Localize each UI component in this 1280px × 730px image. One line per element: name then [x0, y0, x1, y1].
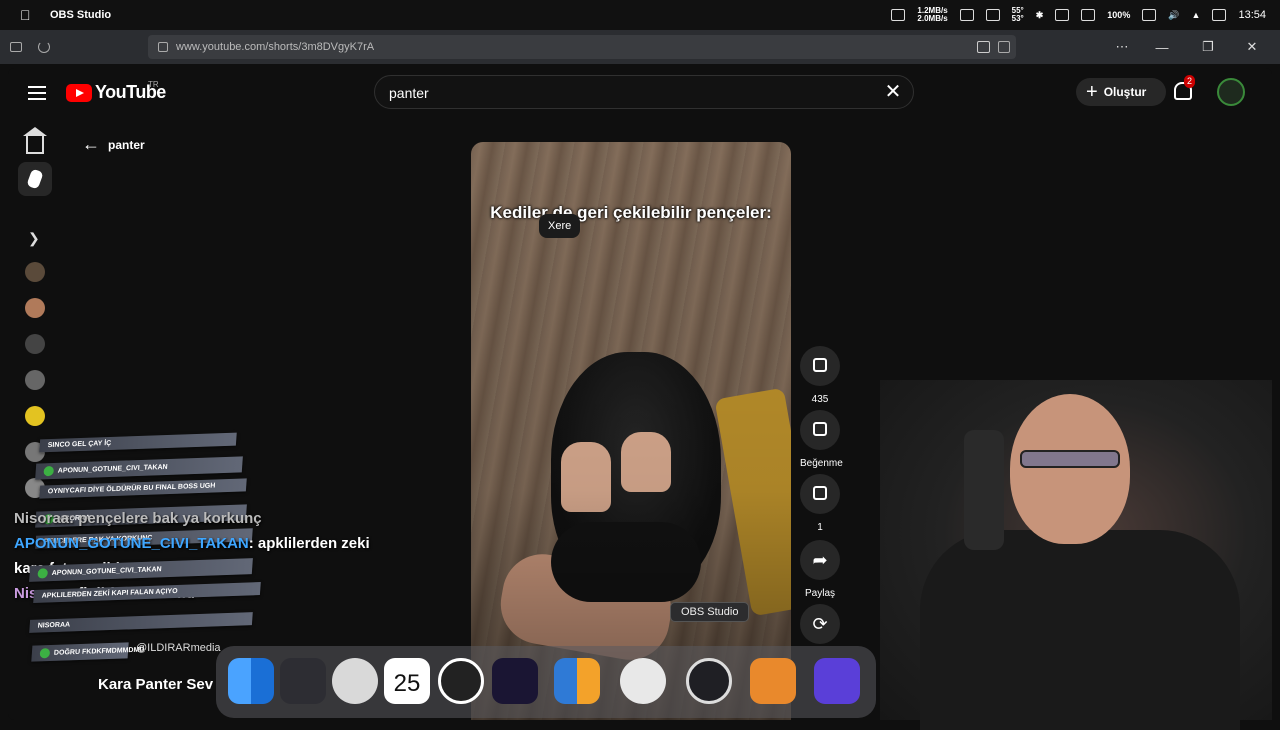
- obs-icon[interactable]: [686, 658, 732, 704]
- windows-app-icon[interactable]: [554, 658, 600, 704]
- steam-icon[interactable]: [620, 658, 666, 704]
- affinity-icon[interactable]: [492, 658, 538, 704]
- menu-icon[interactable]: [28, 86, 46, 100]
- reload-icon[interactable]: [38, 41, 50, 53]
- more-icon[interactable]: ⋯: [1102, 30, 1142, 64]
- airplay-icon[interactable]: [1055, 9, 1070, 21]
- back-to-search[interactable]: ← panter: [82, 134, 145, 155]
- country-code: TR: [148, 80, 159, 89]
- comment-count: 1: [817, 522, 823, 533]
- temperature: 55° 53°: [1011, 6, 1024, 23]
- channel-handle: @ILDIRARmedia: [136, 642, 221, 654]
- remix-icon[interactable]: ⟳: [800, 604, 840, 644]
- video-title: Kara Panter Sev: [98, 676, 214, 693]
- microphone: [964, 430, 1004, 550]
- status-s-icon[interactable]: [891, 9, 906, 21]
- dock: 25: [216, 646, 876, 718]
- wifi-icon[interactable]: ▲: [1192, 10, 1201, 20]
- address-bar[interactable]: www.youtube.com/shorts/3m8DVgyK7rA: [148, 35, 1016, 59]
- dock-tooltip: OBS Studio: [670, 602, 750, 622]
- notifications-icon[interactable]: 2: [1174, 75, 1196, 100]
- streamer-face: [1010, 394, 1130, 544]
- bluetooth-icon[interactable]: ✱: [1036, 10, 1044, 21]
- video-caption: Kediler de geri çekilebilir pençeler:: [490, 203, 772, 222]
- subscription-avatar[interactable]: [25, 406, 45, 426]
- chat-line: APONUN_GOTUNE_CIVI_TAKAN: apklilerden ze…: [14, 535, 370, 552]
- search-input[interactable]: panter: [389, 85, 429, 101]
- webcam-overlay: [880, 380, 1272, 730]
- subscription-avatar[interactable]: [25, 334, 45, 354]
- reader-icon[interactable]: [998, 41, 1010, 53]
- display-icon[interactable]: [1081, 9, 1096, 21]
- youtube-play-icon: [66, 83, 92, 102]
- like-action[interactable]: 435: [800, 346, 840, 405]
- radar-icon[interactable]: [438, 658, 484, 704]
- subscription-avatar[interactable]: [25, 262, 45, 282]
- chat-overlay-bar: DOĞRU FKDKFMDMMDMD: [31, 642, 145, 662]
- battery-icon[interactable]: [1142, 9, 1157, 21]
- share-label: Paylaş: [804, 588, 835, 599]
- notification-badge: 2: [1184, 75, 1196, 88]
- share-action[interactable]: ➦ Paylaş: [800, 540, 840, 599]
- clock[interactable]: 13:54: [1238, 9, 1266, 21]
- remix-action[interactable]: ⟳: [800, 604, 840, 644]
- like-icon[interactable]: [800, 346, 840, 386]
- plus-icon: +: [1086, 81, 1098, 103]
- youtube-logo[interactable]: YouTube TR: [66, 80, 166, 103]
- volume-icon[interactable]: 🔊: [1168, 10, 1179, 21]
- active-app-name[interactable]: OBS Studio: [50, 9, 111, 21]
- calendar-icon[interactable]: 25: [384, 658, 430, 704]
- video-player-icon[interactable]: [750, 658, 796, 704]
- memory-icon[interactable]: [985, 9, 1000, 21]
- comments-action[interactable]: 1: [800, 474, 840, 533]
- tabs-icon[interactable]: [10, 42, 22, 52]
- menu-bar-status: 1.2MB/s 2.0MB/s 55° 53° ✱ 100% 🔊 ▲ 13:54: [891, 0, 1266, 30]
- launchpad-icon[interactable]: [280, 658, 326, 704]
- dislike-action[interactable]: Beğenme: [800, 410, 843, 469]
- battery-percent: 100%: [1107, 10, 1131, 20]
- site-info-icon[interactable]: [158, 42, 168, 52]
- xere-chip[interactable]: Xere: [539, 214, 581, 238]
- discord-like-icon[interactable]: [814, 658, 860, 704]
- shorts-video-player[interactable]: Kediler de geri çekilebilir pençeler: Xe…: [471, 142, 791, 720]
- subscription-avatar[interactable]: [25, 298, 45, 318]
- chevron-right-icon[interactable]: ❯: [28, 230, 40, 247]
- cpu-icon[interactable]: [959, 9, 974, 21]
- control-center-icon[interactable]: [1212, 9, 1227, 21]
- dislike-label: Beğenme: [800, 458, 843, 469]
- maximize-icon[interactable]: ❐: [1188, 30, 1228, 64]
- minimize-icon[interactable]: —: [1142, 30, 1182, 64]
- apple-icon[interactable]: : [20, 8, 34, 22]
- back-arrow-icon[interactable]: ←: [82, 134, 100, 155]
- clear-search-icon[interactable]: ✕: [881, 80, 905, 104]
- menu-bar:  OBS Studio 1.2MB/s2.0MB/s 55°53° ✱ 100…: [0, 0, 1280, 30]
- translate-icon[interactable]: [977, 41, 990, 53]
- back-label: panter: [108, 137, 145, 152]
- home-icon[interactable]: [23, 127, 47, 154]
- dislike-icon[interactable]: [800, 410, 840, 450]
- comments-icon[interactable]: [800, 474, 840, 514]
- chat-line: Nisoraa: pençelere bak ya korkunç: [14, 510, 262, 527]
- create-label: Oluştur: [1103, 85, 1147, 99]
- share-icon[interactable]: ➦: [800, 540, 840, 580]
- shorts-icon[interactable]: [18, 162, 52, 196]
- browser-toolbar: www.youtube.com/shorts/3m8DVgyK7rA ⋯ — ❐…: [0, 30, 1280, 64]
- like-count: 435: [811, 394, 829, 405]
- url-text[interactable]: www.youtube.com/shorts/3m8DVgyK7rA: [176, 41, 374, 53]
- clock-icon[interactable]: [332, 658, 378, 704]
- subscription-avatar[interactable]: [25, 370, 45, 390]
- search-box[interactable]: panter ✕: [374, 75, 914, 109]
- account-avatar[interactable]: [1217, 78, 1245, 106]
- finder-icon[interactable]: [228, 658, 274, 704]
- close-window-icon[interactable]: ✕: [1232, 30, 1272, 64]
- network-speed: 1.2MB/s 2.0MB/s: [917, 6, 948, 23]
- create-button[interactable]: + Oluştur: [1076, 78, 1166, 106]
